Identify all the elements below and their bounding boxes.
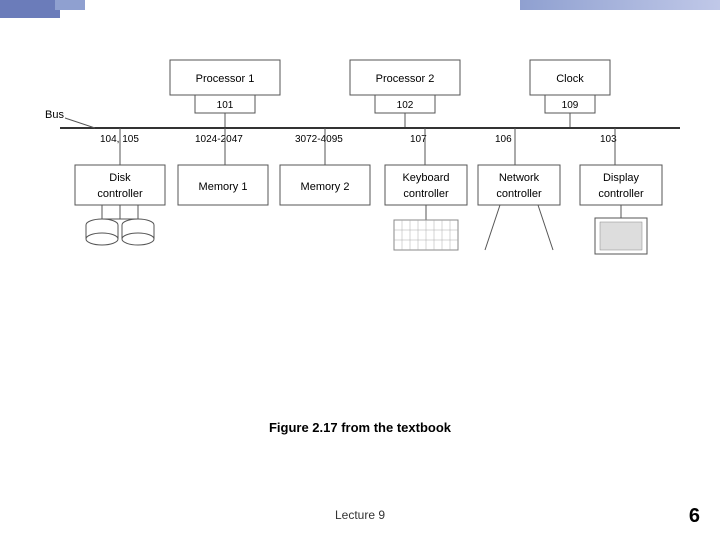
- svg-text:Disk: Disk: [109, 172, 131, 184]
- svg-text:controller: controller: [97, 188, 143, 200]
- svg-text:controller: controller: [403, 188, 449, 200]
- svg-text:Keyboard: Keyboard: [402, 172, 449, 184]
- svg-text:controller: controller: [496, 188, 542, 200]
- svg-text:106: 106: [495, 134, 512, 145]
- svg-text:102: 102: [397, 100, 414, 111]
- svg-text:101: 101: [217, 100, 234, 111]
- page-number: 6: [689, 505, 700, 528]
- svg-text:Bus: Bus: [45, 109, 64, 121]
- svg-text:Display: Display: [603, 172, 640, 184]
- svg-text:Memory 2: Memory 2: [301, 181, 350, 193]
- svg-text:Clock: Clock: [556, 73, 584, 85]
- svg-text:Processor 2: Processor 2: [376, 73, 435, 85]
- diagram: Processor 1 Processor 2 Clock 101 102 10…: [40, 50, 690, 380]
- svg-text:Network: Network: [499, 172, 540, 184]
- top-bar-right: [520, 0, 720, 10]
- lecture-label: Lecture 9: [335, 508, 385, 522]
- svg-text:controller: controller: [598, 188, 644, 200]
- svg-text:Processor 1: Processor 1: [196, 73, 255, 85]
- top-bar-left: [0, 0, 60, 18]
- svg-text:Memory 1: Memory 1: [199, 181, 248, 193]
- figure-caption: Figure 2.17 from the textbook: [0, 420, 720, 435]
- svg-text:3072-4095: 3072-4095: [295, 134, 343, 145]
- svg-text:109: 109: [562, 100, 579, 111]
- top-accent: [55, 0, 85, 10]
- svg-text:1024-2047: 1024-2047: [195, 134, 243, 145]
